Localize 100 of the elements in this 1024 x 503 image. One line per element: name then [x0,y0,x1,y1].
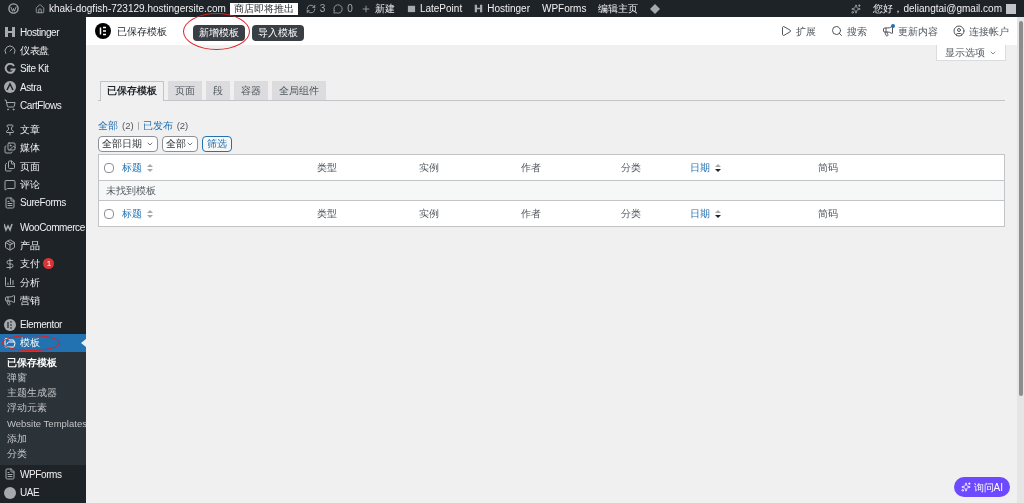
column-header: 实例 [419,207,439,222]
column-header: 作者 [521,207,541,222]
select-all-checkbox[interactable] [104,208,114,219]
empty-message: 未找到模板 [106,183,156,198]
dollar-icon [4,257,16,270]
g-logo-icon [4,62,16,75]
page-title: 已保存模板 [117,24,167,39]
notification-badge: 1 [43,258,55,270]
tab[interactable]: 全局组件 [272,81,326,100]
pages-icon [4,160,16,173]
box-icon [4,239,16,252]
avatar[interactable] [1006,3,1016,14]
home-icon[interactable] [35,3,45,14]
ask-ai-button[interactable]: 询问AI [953,477,1010,497]
column-header: 分类 [621,207,641,222]
column-header: 分类 [621,161,641,176]
sidebar-item[interactable]: WooCommerce [0,217,86,237]
submenu-item[interactable]: 已保存模板 [0,355,86,371]
new-link[interactable]: 新建 [374,1,395,16]
sidebar-item[interactable]: UAE [0,483,86,502]
pin-icon [4,123,16,136]
user-icon [953,25,965,37]
elementor-icon [4,318,16,331]
sidebar-item[interactable]: 仪表盘 [0,41,86,60]
column-header: 类型 [317,161,337,176]
sidebar-item[interactable]: WPForms [0,465,86,484]
comment-icon [4,178,16,191]
tab[interactable]: 已保存模板 [100,81,164,101]
column-header[interactable]: 日期 [690,160,710,176]
hostinger-icon[interactable] [474,4,484,13]
sidebar-item[interactable]: 产品 [0,236,86,255]
tab[interactable]: 段 [206,81,230,100]
woo-icon [4,221,16,234]
submenu-item[interactable]: Website Templates [0,416,86,432]
submenu-item[interactable]: 弹窗 [0,370,86,386]
tab[interactable]: 容器 [234,81,268,100]
header-button[interactable]: 新增模板 [193,24,245,41]
megaphone-icon [4,294,16,307]
uae-icon [4,486,16,499]
sidebar-item[interactable]: Site Kit [0,59,86,78]
column-header[interactable]: 标题 [122,206,142,222]
column-header: 简码 [818,161,838,176]
comment-icon[interactable] [333,3,344,14]
column-header[interactable]: 标题 [122,160,142,176]
column-header[interactable]: 日期 [690,206,710,222]
form-icon [4,196,16,209]
sidebar-item[interactable]: 模板 [0,333,86,353]
view-filter-link[interactable]: 已发布 [142,119,173,134]
header-tool-link[interactable]: 连接帐户 [953,23,1009,39]
bar-chart-icon [4,276,16,288]
column-header: 实例 [419,161,439,176]
header-tool-link[interactable]: 更新内容 [882,23,938,39]
sidebar-item[interactable]: Astra [0,77,86,97]
sidebar-item[interactable]: 评论 [0,175,86,194]
folder-icon [4,336,16,349]
sidebar-item[interactable]: 文章 [0,120,86,139]
sidebar-item[interactable]: Hostinger [0,23,86,42]
scrollbar[interactable] [1017,17,1024,503]
submenu-item[interactable]: 浮动元素 [0,400,86,417]
comments-count[interactable]: 0 [347,1,353,16]
admin-bar-link[interactable]: 编辑主页 [598,1,639,16]
select-all-checkbox[interactable] [104,162,114,173]
tab[interactable]: 页面 [168,81,202,100]
diamond-icon[interactable] [650,3,661,14]
site-link[interactable]: khaki-dogfish-723129.hostingersite.com [49,1,226,16]
sidebar-item[interactable]: CartFlows [0,96,86,115]
sidebar-item[interactable]: 营销 [0,291,86,310]
admin-bar-link[interactable]: WPForms [542,1,587,16]
admin-bar-link[interactable]: Hostinger [487,1,530,16]
sidebar-item[interactable]: 媒体 [0,138,86,158]
view-filter-link[interactable]: 全部 [98,119,118,134]
screen-options-button[interactable]: 显示选项 [936,45,1006,61]
sparkle-icon [960,482,971,492]
submenu-item[interactable]: 添加 [0,431,86,447]
admin-bar-link[interactable]: LatePoint [419,1,463,16]
header-button[interactable]: 导入模板 [252,24,304,41]
sidebar-item[interactable]: 支付 1 [0,254,86,273]
plus-icon[interactable] [360,3,371,14]
calendar-icon[interactable] [406,4,416,13]
refresh-icon[interactable] [305,3,316,14]
updates-count[interactable]: 3 [319,1,326,16]
sparkle-icon[interactable] [851,3,862,14]
submenu-item[interactable]: 分类 [0,446,86,463]
sidebar-item[interactable]: Elementor [0,315,86,334]
gauge-icon [4,44,16,57]
submenu-item[interactable]: 主题生成器 [0,385,86,401]
hostinger-icon [4,26,16,39]
greeting-link[interactable]: 您好，deliangtai@gmail.com [873,1,1002,16]
wordpress-logo-icon[interactable] [8,3,19,14]
filter-button[interactable]: 筛选 [202,136,232,153]
sidebar-item[interactable]: 分析 [0,272,86,292]
sidebar-item[interactable]: SureForms [0,193,86,212]
view-count: (2) [176,119,189,133]
astra-icon [4,81,16,94]
play-icon [780,25,792,37]
sidebar-item[interactable]: 页面 [0,157,86,176]
type-filter-select[interactable]: 全部 [162,136,198,153]
header-tool-link[interactable]: 扩展 [780,23,816,39]
header-tool-link[interactable]: 搜索 [831,23,867,39]
date-filter-select[interactable]: 全部日期 [98,136,158,153]
